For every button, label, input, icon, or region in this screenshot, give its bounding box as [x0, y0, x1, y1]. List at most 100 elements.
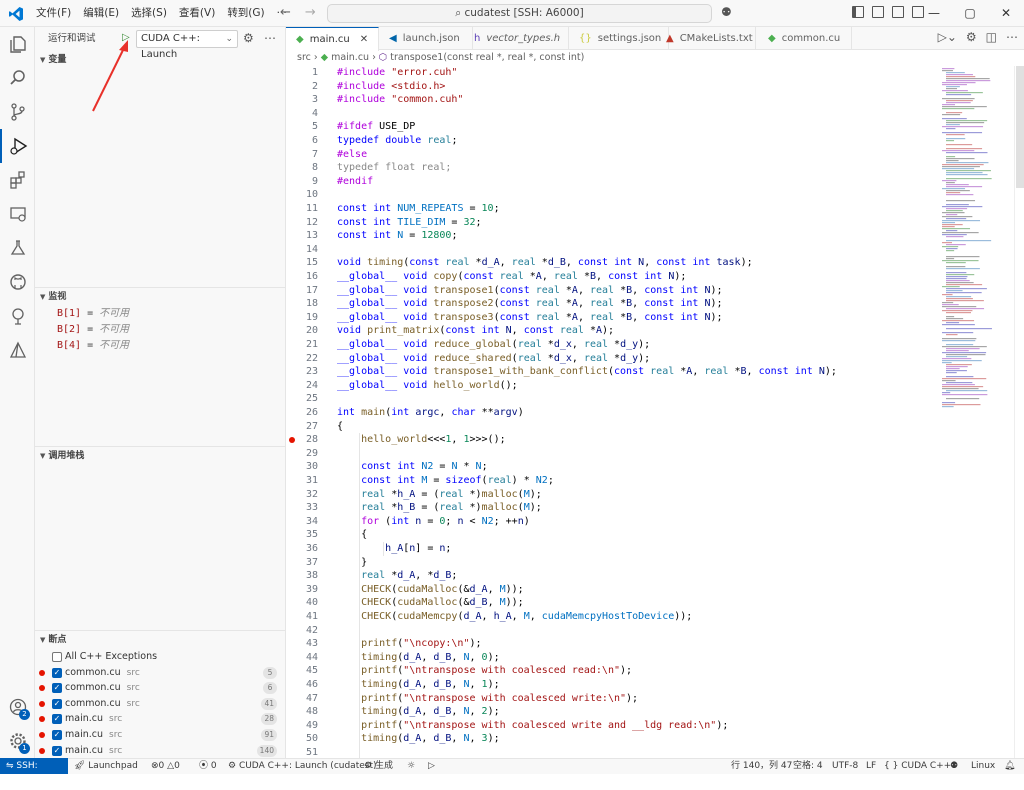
variables-header[interactable]: ▼ 变量 [35, 51, 286, 69]
encoding[interactable]: UTF-8 [832, 759, 858, 774]
minimize-button[interactable]: — [916, 0, 952, 26]
close-icon[interactable]: ✕ [360, 34, 368, 45]
testing-icon[interactable] [0, 231, 35, 265]
breakpoint-checkbox[interactable] [52, 652, 62, 662]
code-editor[interactable]: #include "error.cuh" #include <stdio.h> #i… [332, 66, 934, 758]
breadcrumb-symbol[interactable]: transpose1(const real *, real *, const i… [390, 52, 584, 63]
tab-settings-json[interactable]: {} settings.json [569, 27, 669, 50]
toggle-panel-icon[interactable] [872, 6, 884, 18]
menu-edit[interactable]: 编辑(E) [77, 0, 125, 27]
cmake-icon[interactable] [0, 333, 35, 367]
menu-view[interactable]: 查看(V) [173, 0, 221, 27]
tab-common-cu[interactable]: ◆ common.cu [758, 27, 852, 50]
breadcrumb-file[interactable]: main.cu [331, 52, 369, 63]
breakpoint-item[interactable]: ✓ main.cu src 28 [35, 711, 286, 727]
breakpoint-path: src [126, 683, 140, 694]
debug-target-icon[interactable]: ☼ [407, 759, 415, 774]
minimap-line [946, 354, 986, 356]
run-target-icon[interactable]: ▷ [428, 759, 435, 774]
menu-selection[interactable]: 选择(S) [125, 0, 173, 27]
explorer-icon[interactable] [0, 27, 35, 61]
tree-view-icon[interactable] [0, 299, 35, 333]
forward-arrow-icon[interactable]: → [305, 0, 316, 26]
toggle-secondary-sidebar-icon[interactable] [892, 6, 904, 18]
os-indicator[interactable]: Linux [971, 759, 995, 774]
command-center[interactable]: ⌕ cudatest [SSH: A6000] [327, 4, 712, 23]
minimap-line [942, 70, 953, 72]
menu-file[interactable]: 文件(F) [30, 0, 77, 27]
open-launch-json-gear-icon[interactable]: ⚙ [243, 31, 254, 45]
breakpoint-checkbox[interactable]: ✓ [52, 730, 62, 740]
more-actions-icon[interactable]: ⋯ [1006, 30, 1018, 44]
minimap[interactable] [934, 66, 1014, 758]
breakpoints-header[interactable]: ▼ 断点 [35, 631, 286, 649]
remote-indicator[interactable]: ⇋ SSH: A6000 [0, 758, 68, 787]
run-and-debug-icon[interactable] [0, 129, 35, 163]
maximize-button[interactable]: ▢ [952, 0, 988, 26]
editor-scrollbar[interactable] [1014, 66, 1024, 758]
minimap-line [942, 306, 977, 308]
watch-item[interactable]: B[1] = 不可用 [35, 306, 286, 322]
breakpoint-checkbox[interactable]: ✓ [52, 714, 62, 725]
indentation[interactable]: 空格: 4 [793, 759, 823, 774]
start-debugging-icon[interactable]: ▷ [122, 32, 135, 46]
editor-gutter[interactable]: 1 2 3 4 5 6 7 8 9 10 11 12 13 14 15 16 17 18 19 20 21 22 23 24 2… [286, 66, 332, 758]
search-icon[interactable] [0, 61, 35, 95]
tab-launch-json[interactable]: ◀ launch.json [379, 27, 473, 50]
manage-gear-icon[interactable]: 1 [0, 724, 35, 758]
breakpoint-checkbox[interactable]: ✓ [52, 683, 62, 694]
breakpoint-glyph-icon[interactable] [289, 437, 295, 444]
launchpad-item[interactable]: 🚀︎ Launchpad [74, 759, 138, 774]
end-of-line[interactable]: LF [866, 759, 876, 774]
build-item[interactable]: ⚙ 生成 [364, 759, 393, 774]
breakpoint-item[interactable]: All C++ Exceptions [35, 649, 286, 665]
tab-cmakelists-txt[interactable]: ▲ CMakeLists.txt [656, 27, 756, 50]
language-mode[interactable]: { } CUDA C++ [884, 759, 951, 774]
breakpoint-item[interactable]: ✓ common.cu src 5 [35, 665, 286, 681]
ports-item[interactable]: ⦿ 0 [199, 759, 217, 774]
breakpoint-checkbox[interactable]: ✓ [52, 745, 62, 756]
close-button[interactable]: ✕ [988, 0, 1024, 26]
launch-config-select[interactable]: CUDA C++: Launch ⌄ [136, 30, 238, 60]
extensions-icon[interactable] [0, 163, 35, 197]
tab-main-cu[interactable]: ◆ main.cu ✕ [286, 27, 379, 51]
account-icon[interactable]: 2 [0, 690, 35, 724]
breakpoint-item[interactable]: ✓ main.cu src 91 [35, 727, 286, 743]
split-editor-icon[interactable]: ◫ [986, 30, 997, 44]
source-control-icon[interactable] [0, 95, 35, 129]
remote-explorer-icon[interactable] [0, 197, 35, 231]
minimap-line [946, 376, 974, 378]
minimap-line [946, 92, 983, 94]
line-number: 39 [305, 583, 318, 595]
copilot-icon[interactable]: ⚉ [721, 5, 732, 19]
notifications-bell-icon[interactable]: 🔔︎ [1004, 759, 1015, 774]
breakpoint-checkbox[interactable]: ✓ [52, 667, 62, 678]
breakpoint-checkbox[interactable]: ✓ [52, 698, 62, 709]
breakpoint-item[interactable]: ✓ common.cu src 41 [35, 696, 286, 712]
settings-gear-icon[interactable]: ⚙ [966, 30, 977, 44]
line-number: 21 [305, 339, 318, 350]
more-actions-icon[interactable]: ⋯ [264, 31, 276, 45]
watch-item[interactable]: B[4] = 不可用 [35, 338, 286, 354]
minimap-line [942, 118, 967, 120]
toggle-primary-sidebar-icon[interactable] [852, 6, 864, 18]
breakpoint-item[interactable]: ✓ main.cu src 140 [35, 743, 286, 759]
menu-go[interactable]: 转到(G) [221, 0, 270, 27]
watch-header[interactable]: ▼ 监视 [35, 288, 286, 306]
copilot-status-icon[interactable]: ⚉ [950, 759, 958, 774]
breakpoint-file: main.cu [65, 713, 103, 725]
watch-item[interactable]: B[2] = 不可用 [35, 322, 286, 338]
github-icon[interactable] [0, 265, 35, 299]
callstack-header[interactable]: ▼ 调用堆栈 [35, 447, 286, 465]
scrollbar-thumb[interactable] [1016, 66, 1024, 188]
debug-config-item[interactable]: ⚙ CUDA C++: Launch (cudatest) [228, 759, 377, 774]
minimap-line [942, 222, 956, 224]
tab-vector-types-h[interactable]: h vector_types.h [464, 27, 569, 50]
cursor-position[interactable]: 行 140，列 47 [731, 759, 792, 774]
run-debug-icon[interactable]: ▷⌄ [938, 30, 957, 44]
breadcrumb-folder[interactable]: src [297, 52, 311, 63]
back-arrow-icon[interactable]: ← [280, 0, 291, 26]
breakpoint-item[interactable]: ✓ common.cu src 6 [35, 680, 286, 696]
minimap-line [946, 288, 987, 290]
problems-item[interactable]: ⊗0 △0 [151, 759, 180, 774]
